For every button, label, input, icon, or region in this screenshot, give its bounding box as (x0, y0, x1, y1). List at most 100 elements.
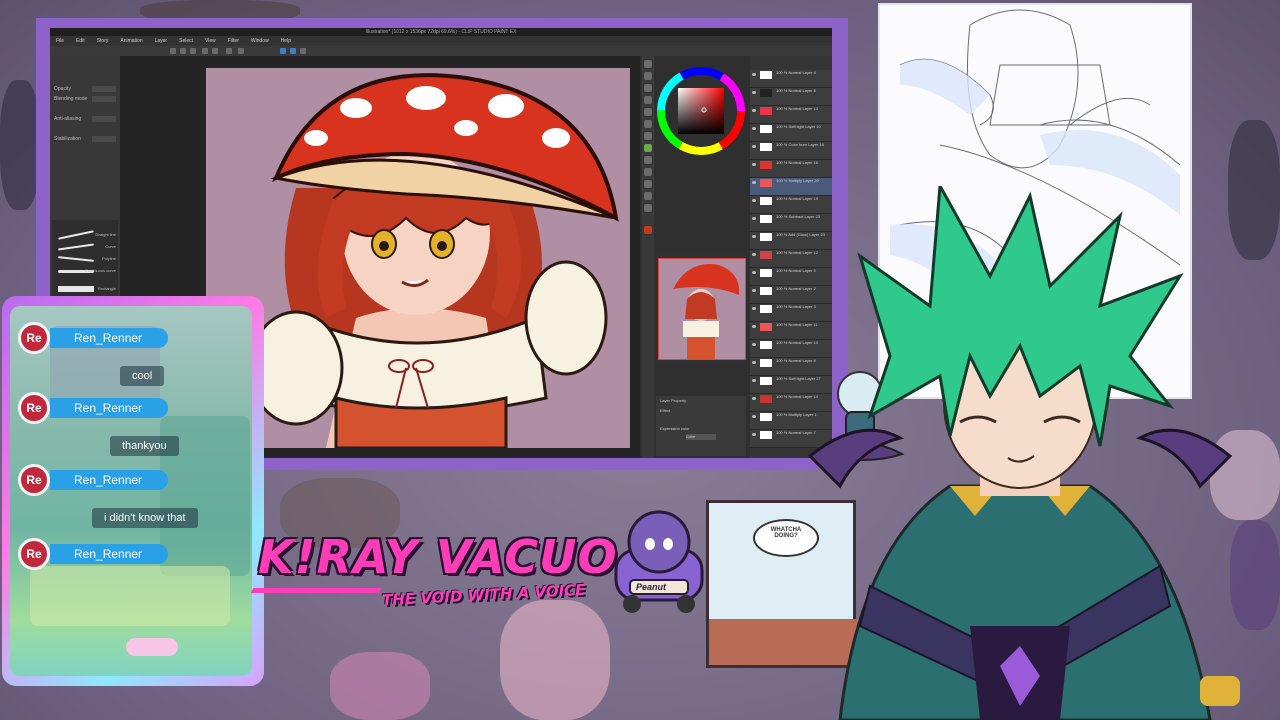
property-field[interactable] (92, 116, 116, 122)
open-icon[interactable] (180, 48, 186, 54)
visibility-eye-icon[interactable] (752, 361, 756, 364)
new-icon[interactable] (170, 48, 176, 54)
visibility-eye-icon[interactable] (752, 325, 756, 328)
property-label: Stabilization (54, 136, 81, 142)
user-avatar[interactable]: Re (18, 392, 50, 424)
visibility-eye-icon[interactable] (752, 289, 756, 292)
color-wheel[interactable] (656, 66, 746, 156)
menu-window[interactable]: Window (245, 36, 275, 46)
logo-underline (250, 588, 382, 593)
redo-icon[interactable] (212, 48, 218, 54)
transform-icon[interactable] (238, 48, 244, 54)
stream-overlay: Illustration* (1012 x 1536px 72dpi 69.6%… (0, 0, 1280, 720)
layer-row[interactable]: 100 % Normal Layer 16 (750, 160, 832, 178)
expression-color-label: Expression color (660, 426, 690, 431)
undo-icon[interactable] (202, 48, 208, 54)
brush-stroke[interactable] (58, 230, 94, 240)
eraser-tool-icon[interactable] (644, 156, 652, 164)
menu-select[interactable]: Select (173, 36, 199, 46)
username-tag: Ren_Renner (50, 398, 169, 418)
visibility-eye-icon[interactable] (752, 253, 756, 256)
select-tool-icon[interactable] (644, 84, 652, 92)
menu-view[interactable]: View (199, 36, 222, 46)
property-field[interactable] (92, 96, 116, 102)
snap-icon[interactable] (280, 48, 286, 54)
menu-file[interactable]: File (50, 36, 70, 46)
menu-layer[interactable]: Layer (149, 36, 174, 46)
snap-icon[interactable] (290, 48, 296, 54)
sub-tool-label[interactable]: Continuous curve (85, 268, 116, 273)
visibility-eye-icon[interactable] (752, 145, 756, 148)
clear-icon[interactable] (226, 48, 232, 54)
layer-thumbnail (760, 395, 772, 403)
user-avatar[interactable]: Re (18, 538, 50, 570)
visibility-eye-icon[interactable] (752, 73, 756, 76)
navigator-preview[interactable] (658, 258, 746, 360)
figure-tool-icon[interactable] (644, 192, 652, 200)
move-tool-icon[interactable] (644, 72, 652, 80)
visibility-eye-icon[interactable] (752, 127, 756, 130)
color-swatch-icon[interactable] (644, 226, 652, 234)
chat-message: Re Ren_Renner cool (10, 316, 252, 386)
visibility-eye-icon[interactable] (752, 307, 756, 310)
visibility-eye-icon[interactable] (752, 397, 756, 400)
layer-row[interactable]: 100 % Color burn Layer 18 (750, 142, 832, 160)
layer-row[interactable]: 100 % Normal Layer 13 (750, 106, 832, 124)
visibility-eye-icon[interactable] (752, 163, 756, 166)
pencil-tool-icon[interactable] (644, 132, 652, 140)
visibility-eye-icon[interactable] (752, 271, 756, 274)
layer-row[interactable]: 100 % Normal Layer 4 (750, 70, 832, 88)
user-avatar[interactable]: Re (18, 464, 50, 496)
brush-stroke[interactable] (58, 243, 94, 251)
visibility-eye-icon[interactable] (752, 109, 756, 112)
menu-edit[interactable]: Edit (70, 36, 91, 46)
brush-stroke[interactable] (58, 286, 94, 292)
visibility-eye-icon[interactable] (752, 235, 756, 238)
layer-thumbnail (760, 233, 772, 241)
layer-row[interactable]: 100 % Soft light Layer 10 (750, 124, 832, 142)
eyedropper-tool-icon[interactable] (644, 108, 652, 116)
visibility-eye-icon[interactable] (752, 343, 756, 346)
user-avatar[interactable]: Re (18, 322, 50, 354)
sub-tool-label[interactable]: Rectangle (98, 286, 116, 291)
visibility-eye-icon[interactable] (752, 217, 756, 220)
fill-tool-icon[interactable] (644, 168, 652, 176)
sub-tool-label[interactable]: Curve (105, 244, 116, 249)
username-tag: Ren_Renner (50, 544, 169, 564)
visibility-eye-icon[interactable] (752, 433, 756, 436)
snap-icon[interactable] (300, 48, 306, 54)
menu-help[interactable]: Help (275, 36, 297, 46)
visibility-eye-icon[interactable] (752, 379, 756, 382)
layer-name: 100 % Normal Layer 4 (776, 70, 816, 75)
visibility-eye-icon[interactable] (752, 181, 756, 184)
brush-tool-icon[interactable] (644, 144, 652, 152)
menu-filter[interactable]: Filter (222, 36, 245, 46)
layer-thumbnail (760, 413, 772, 421)
layer-name: 100 % Normal Layer 16 (776, 160, 819, 165)
visibility-eye-icon[interactable] (752, 91, 756, 94)
property-field[interactable] (92, 86, 116, 92)
visibility-eye-icon[interactable] (752, 199, 756, 202)
menu-story[interactable]: Story (91, 36, 115, 46)
message-text: i didn't know that (92, 508, 198, 528)
expression-color-select[interactable]: Color (686, 434, 716, 440)
sub-tool-label[interactable]: Straight line (95, 232, 116, 237)
drawing-canvas[interactable] (206, 68, 630, 448)
pen-tool-icon[interactable] (644, 120, 652, 128)
save-icon[interactable] (190, 48, 196, 54)
menu-animation[interactable]: Animation (114, 36, 148, 46)
gradient-tool-icon[interactable] (644, 180, 652, 188)
text-tool-icon[interactable] (644, 204, 652, 212)
layer-thumbnail (760, 431, 772, 439)
layer-row[interactable]: 100 % Normal Layer 8 (750, 88, 832, 106)
visibility-eye-icon[interactable] (752, 415, 756, 418)
lasso-tool-icon[interactable] (644, 96, 652, 104)
sub-tool-label[interactable]: Polyline (102, 256, 116, 261)
layer-thumbnail (760, 269, 772, 277)
brush-stroke[interactable] (57, 256, 95, 262)
chat-pill-button[interactable] (126, 638, 178, 656)
chat-message: Re Ren_Renner (10, 532, 252, 600)
zoom-tool-icon[interactable] (644, 60, 652, 68)
property-field[interactable] (92, 136, 116, 142)
message-text: thankyou (110, 436, 179, 456)
